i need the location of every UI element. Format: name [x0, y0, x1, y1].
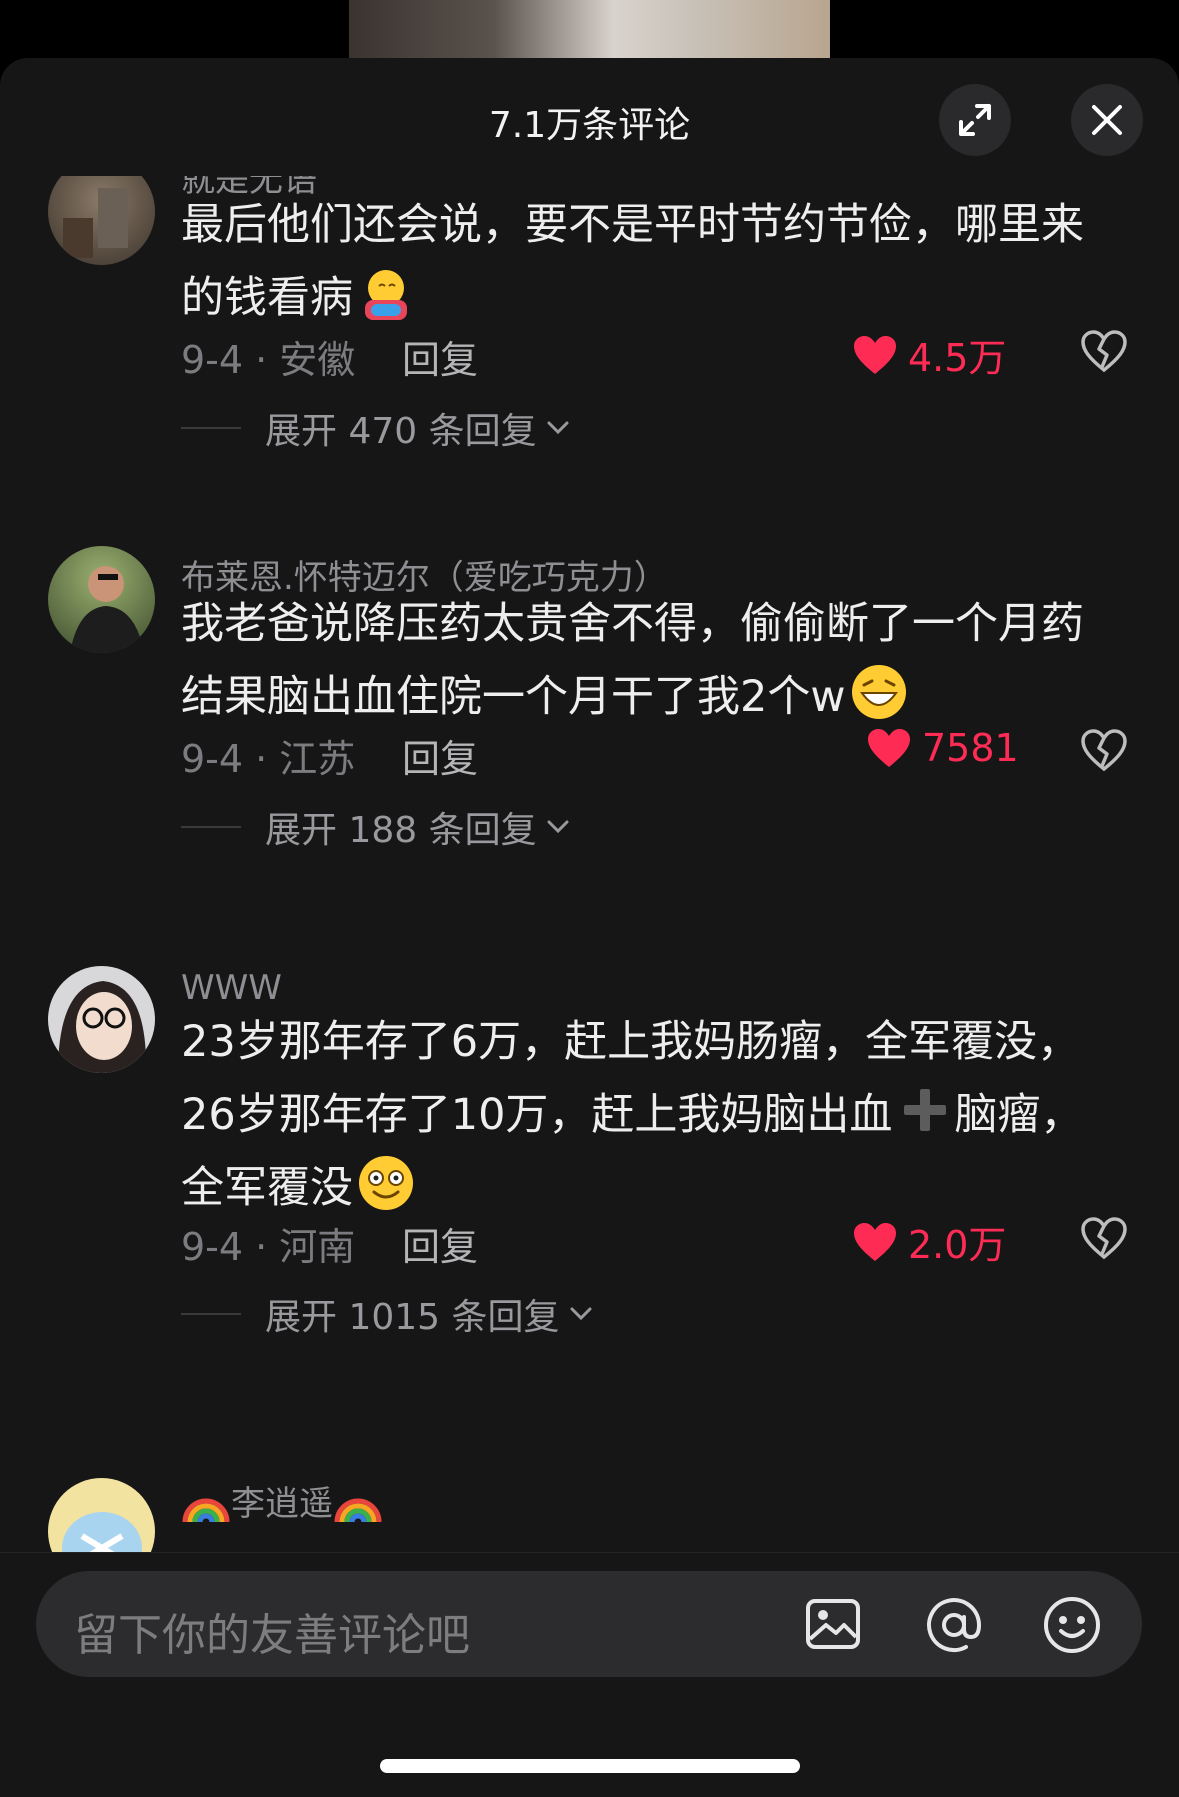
close-button[interactable]: [1071, 84, 1143, 156]
comment-date-location: 9-4 · 河南: [181, 1225, 356, 1269]
dislike-button[interactable]: [1080, 728, 1128, 776]
expand-replies-label: 展开 188 条回复: [265, 810, 537, 851]
heart-filled-icon: [854, 335, 896, 374]
chevron-down-icon: [547, 421, 569, 435]
smiley-icon: [1044, 1597, 1100, 1653]
divider-line: [181, 1313, 241, 1315]
like-button[interactable]: 2.0万: [852, 1214, 1006, 1269]
avatar-image: [62, 1512, 142, 1552]
reply-button[interactable]: 回复: [402, 1216, 478, 1271]
expand-replies-button[interactable]: 展开 470 条回复: [181, 402, 569, 454]
heavy-plus-emoji: [896, 1081, 954, 1139]
close-icon: [1092, 105, 1122, 135]
expand-icon: [959, 104, 991, 136]
at-sign-icon: [927, 1598, 982, 1653]
broken-heart-icon: [1081, 729, 1127, 772]
reply-button[interactable]: 回复: [402, 329, 478, 384]
sheet-header: 7.1万条评论: [0, 58, 1179, 176]
broken-heart-icon: [1081, 1217, 1127, 1260]
expand-replies-button[interactable]: 展开 1015 条回复: [181, 1288, 592, 1340]
comments-sheet: 7.1万条评论 就是无语 最后他们还会说，要不是平时节约节俭，哪里来的钱看病 9…: [0, 58, 1179, 1797]
divider-line: [181, 427, 241, 429]
image-button[interactable]: [804, 1595, 862, 1653]
dislike-button[interactable]: [1080, 329, 1128, 377]
like-button[interactable]: 7581: [866, 726, 1019, 770]
avatar[interactable]: [48, 1478, 155, 1552]
comment-text: 最后他们还会说，要不是平时节约节俭，哪里来的钱看病: [181, 200, 1084, 323]
comment-username-row[interactable]: 李逍遥: [181, 1476, 383, 1525]
comment-text: 我老爸说降压药太贵舍不得，偷偷断了一个月药结果脑出血住院一个月干了我2个w: [181, 599, 1084, 722]
like-count: 2.0万: [908, 1223, 1007, 1267]
heart-filled-icon: [868, 729, 910, 767]
like-button[interactable]: 4.5万: [852, 327, 1006, 382]
dislike-button[interactable]: [1080, 1216, 1128, 1264]
dizzy-smile-emoji: [357, 1154, 415, 1212]
comment-list[interactable]: 就是无语 最后他们还会说，要不是平时节约节俭，哪里来的钱看病 9-4 · 安徽 …: [0, 176, 1179, 1552]
divider-line: [181, 826, 241, 828]
hugging-face-emoji: [357, 264, 415, 322]
expand-sheet-button[interactable]: [939, 84, 1011, 156]
expand-replies-button[interactable]: 展开 188 条回复: [181, 801, 569, 853]
grinning-squint-emoji: [850, 663, 908, 721]
avatar[interactable]: [48, 546, 155, 653]
comment-username: 李逍遥: [231, 1484, 333, 1524]
comment-input-placeholder: 留下你的友善评论吧: [74, 1610, 470, 1661]
avatar-image: [70, 566, 144, 653]
rainbow-emoji: [334, 1498, 382, 1522]
comment-date-location: 9-4 · 江苏: [181, 737, 356, 781]
video-thumbnail: [349, 0, 830, 60]
rainbow-emoji: [182, 1498, 230, 1522]
avatar-image: [63, 188, 128, 258]
emoji-button[interactable]: [1042, 1595, 1100, 1653]
comment-text: 23岁那年存了6万，赶上我妈肠瘤，全军覆没， 26岁那年存了10万，赶上我妈脑出…: [181, 1017, 1084, 1213]
reply-button[interactable]: 回复: [402, 728, 478, 783]
broken-heart-icon: [1081, 330, 1127, 373]
like-count: 4.5万: [908, 336, 1007, 380]
mention-button[interactable]: [924, 1595, 982, 1653]
chevron-down-icon: [547, 820, 569, 834]
comment-input[interactable]: 留下你的友善评论吧: [36, 1571, 1142, 1677]
avatar[interactable]: [48, 966, 155, 1073]
avatar[interactable]: [48, 176, 155, 265]
comment-username[interactable]: WWW: [181, 968, 282, 1008]
comment-date-location: 9-4 · 安徽: [181, 338, 356, 382]
heart-filled-icon: [854, 1222, 896, 1261]
chevron-down-icon: [570, 1307, 592, 1321]
avatar-image: [58, 981, 147, 1073]
expand-replies-label: 展开 470 条回复: [265, 411, 537, 452]
home-indicator[interactable]: [380, 1759, 800, 1773]
expand-replies-label: 展开 1015 条回复: [265, 1297, 560, 1338]
image-icon: [806, 1599, 860, 1649]
like-count: 7581: [922, 726, 1019, 770]
